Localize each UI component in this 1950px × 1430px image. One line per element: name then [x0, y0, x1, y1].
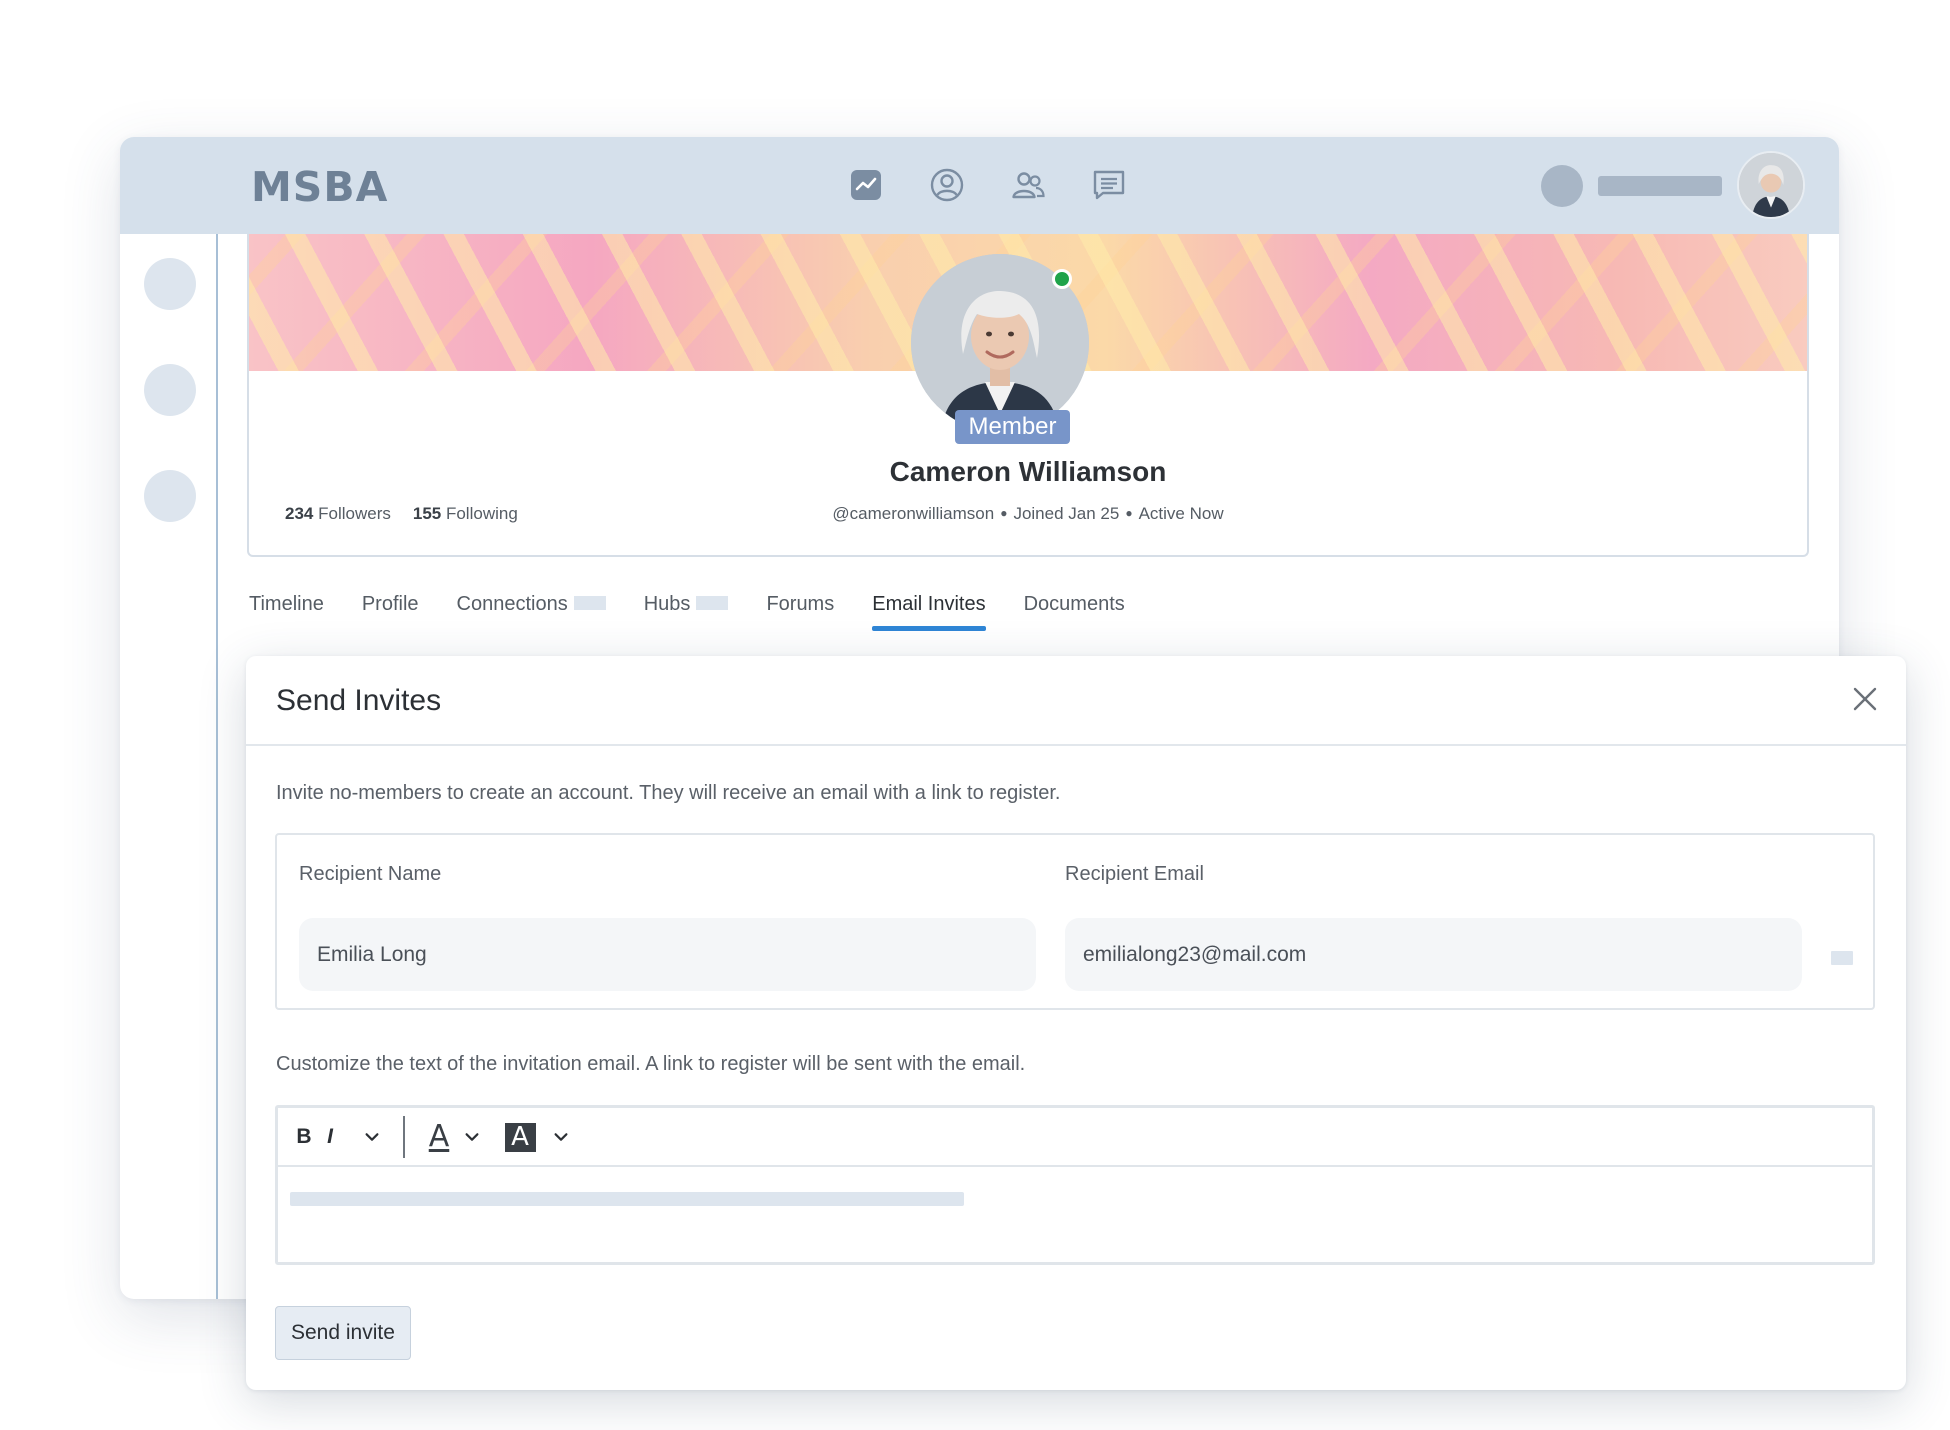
tab-hubs[interactable]: Hubs — [644, 593, 729, 629]
recipient-name-input[interactable] — [299, 918, 1036, 991]
profile-handle: @cameronwilliamson — [832, 504, 995, 523]
email-text-editor: B I A A — [275, 1105, 1875, 1265]
member-badge: Member — [955, 410, 1070, 444]
notification-dot[interactable] — [1541, 165, 1583, 207]
modal-title: Send Invites — [276, 684, 442, 717]
tab-connections-label: Connections — [456, 593, 568, 615]
bold-button[interactable]: B — [294, 1121, 314, 1153]
highlight-chevron-down-icon[interactable] — [551, 1121, 571, 1153]
editor-toolbar: B I A A — [278, 1108, 1872, 1167]
sidebar-item-2[interactable] — [144, 364, 196, 416]
tab-hubs-label: Hubs — [643, 593, 691, 615]
user-avatar[interactable] — [1737, 151, 1805, 219]
sidebar-item-1[interactable] — [144, 258, 196, 310]
profile-icon[interactable] — [926, 164, 968, 206]
connections-count-placeholder — [573, 596, 606, 610]
recipient-row: Recipient Name Recipient Email — [275, 833, 1875, 1010]
online-status-indicator — [1052, 269, 1072, 289]
tab-email-invites[interactable]: Email Invites — [872, 593, 986, 631]
username-placeholder — [1598, 176, 1722, 196]
members-icon[interactable] — [1007, 164, 1049, 206]
messages-icon[interactable] — [1088, 164, 1130, 206]
profile-header-card: Member Cameron Williamson 234 Followers 1… — [247, 234, 1809, 557]
tab-forums[interactable]: Forums — [766, 593, 834, 629]
highlight-color-icon: A — [504, 1122, 536, 1152]
recipient-name-label: Recipient Name — [299, 863, 442, 885]
font-color-icon: A — [428, 1119, 450, 1154]
recipient-email-input[interactable] — [1065, 918, 1802, 991]
profile-meta: @cameronwilliamson ● Joined Jan 25 ● Active … — [249, 504, 1807, 524]
highlight-color-button[interactable]: A — [504, 1121, 536, 1153]
toolbar-divider — [403, 1116, 405, 1158]
send-invites-modal: Send Invites Invite no-members to create… — [246, 656, 1906, 1390]
profile-name: Cameron Williamson — [889, 456, 1167, 487]
joined-date: Joined Jan 25 — [1013, 504, 1120, 523]
close-icon[interactable] — [1848, 682, 1882, 716]
sidebar-item-3[interactable] — [144, 470, 196, 522]
tab-profile[interactable]: Profile — [362, 593, 419, 629]
editor-text-placeholder[interactable] — [290, 1192, 964, 1206]
invite-instructions: Invite no-members to create an account. … — [276, 782, 1061, 804]
tab-connections[interactable]: Connections — [457, 593, 606, 629]
recipient-email-label: Recipient Email — [1065, 863, 1204, 885]
customize-instructions: Customize the text of the invitation ema… — [276, 1053, 1026, 1075]
send-invite-button[interactable]: Send invite — [275, 1306, 411, 1360]
top-navigation-bar: MSBA — [120, 137, 1839, 234]
text-format-chevron-down-icon[interactable] — [362, 1121, 382, 1153]
separator-dot: ● — [1000, 506, 1008, 520]
remove-row-icon[interactable] — [1831, 951, 1853, 965]
separator-dot: ● — [1125, 506, 1133, 520]
modal-header: Send Invites — [246, 656, 1906, 746]
app-logo[interactable]: MSBA — [251, 163, 388, 211]
left-sidebar — [120, 234, 218, 1299]
tab-documents[interactable]: Documents — [1024, 593, 1125, 629]
activity-icon[interactable] — [845, 164, 887, 206]
tab-timeline[interactable]: Timeline — [249, 593, 324, 629]
hubs-count-placeholder — [696, 596, 729, 610]
font-color-button[interactable]: A — [424, 1121, 454, 1153]
font-color-chevron-down-icon[interactable] — [462, 1121, 482, 1153]
italic-button[interactable]: I — [320, 1121, 340, 1153]
activity-status: Active Now — [1138, 504, 1224, 523]
profile-tabs: Timeline Profile Connections Hubs Forums… — [249, 593, 1163, 631]
